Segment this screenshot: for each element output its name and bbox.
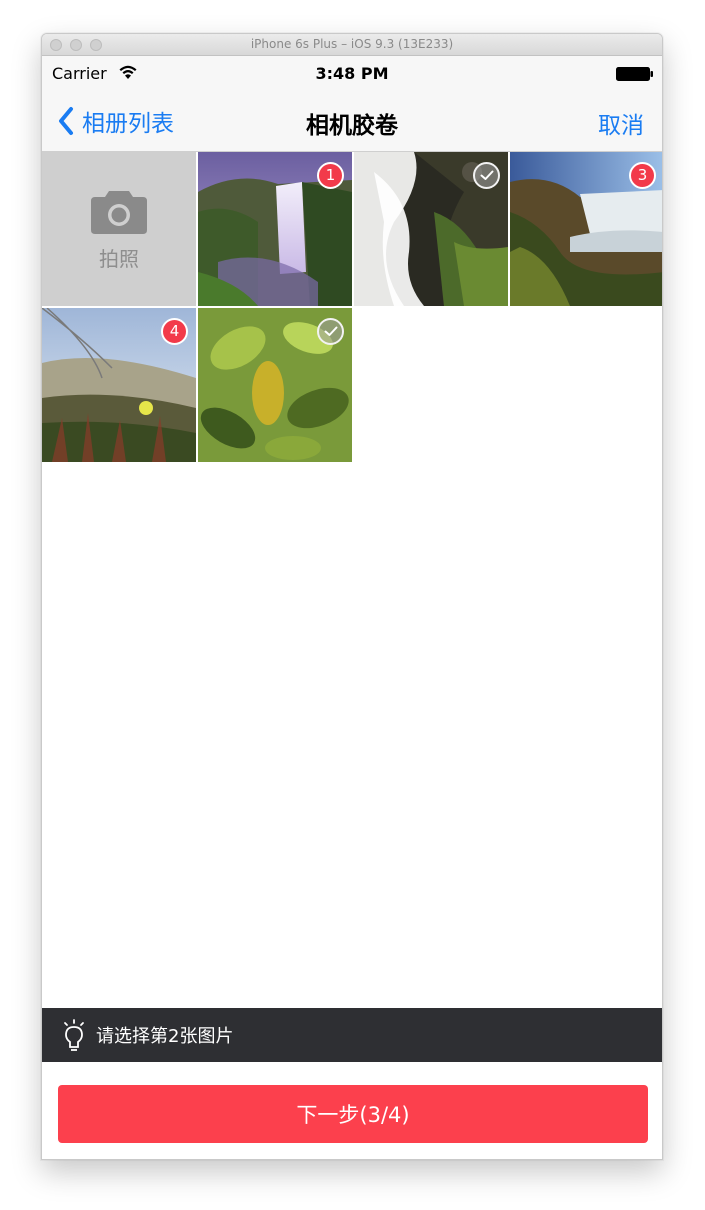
status-time: 3:48 PM [315,64,389,83]
back-button-label: 相册列表 [82,111,174,137]
selection-order-badge: 3 [629,162,656,189]
camera-icon [91,190,147,234]
lightbulb-icon [64,1019,84,1051]
tip-bar: 请选择第2张图片 [42,1008,662,1062]
photo-thumbnail[interactable]: 3 [510,152,662,306]
status-bar: Carrier 3:48 PM [42,56,662,88]
back-button[interactable]: 相册列表 [58,104,174,138]
window-titlebar: iPhone 6s Plus – iOS 9.3 (13E233) [42,34,662,56]
photo-thumbnail[interactable] [198,308,352,462]
bottom-toolbar: 下一步(3/4) [42,1062,662,1159]
selection-order-badge: 1 [317,162,344,189]
cancel-button[interactable]: 取消 [598,106,644,140]
take-photo-cell[interactable]: 拍照 [42,152,196,306]
tip-text: 请选择第2张图片 [96,1026,234,1047]
photo-thumbnail[interactable]: 1 [198,152,352,306]
take-photo-label: 拍照 [99,246,139,271]
photo-thumbnail[interactable] [354,152,508,306]
selection-order-badge: 4 [161,318,188,345]
window-title: iPhone 6s Plus – iOS 9.3 (13E233) [250,37,454,51]
navigation-bar: 相册列表 相机胶卷 取消 [42,88,662,152]
photo-thumbnail[interactable]: 4 [42,308,196,462]
simulator-window: iPhone 6s Plus – iOS 9.3 (13E233) Carrie… [41,33,663,1160]
battery-icon [616,66,654,85]
chevron-left-icon [59,107,73,135]
unselected-check-icon[interactable] [317,318,344,345]
next-step-button[interactable]: 下一步(3/4) [58,1085,648,1143]
unselected-check-icon[interactable] [473,162,500,189]
